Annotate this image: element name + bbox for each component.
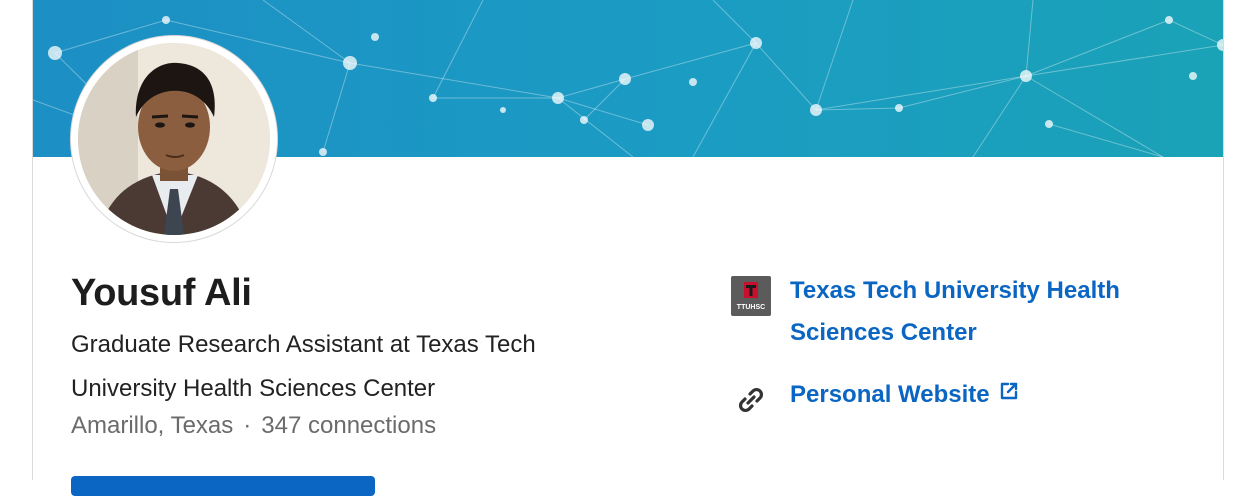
personal-website-link[interactable]: Personal Website bbox=[790, 378, 1019, 412]
profile-location: Amarillo, Texas bbox=[71, 412, 234, 439]
organization-link[interactable]: Texas Tech University Health Sciences Ce… bbox=[790, 270, 1210, 354]
org-logo-text: TTUHSC bbox=[737, 304, 765, 311]
profile-headline: Graduate Research Assistant at Texas Tec… bbox=[71, 331, 536, 402]
external-link-icon bbox=[1000, 382, 1017, 400]
ttuhsc-logo-graphic: TTUHSC bbox=[737, 282, 765, 311]
meta-separator: · bbox=[243, 412, 252, 439]
primary-action-button[interactable] bbox=[71, 476, 375, 496]
connections-count[interactable]: 347 connections bbox=[261, 412, 436, 439]
link-chain-icon bbox=[738, 387, 764, 413]
profile-photo bbox=[78, 43, 270, 235]
profile-avatar[interactable] bbox=[78, 43, 270, 235]
profile-name: Yousuf Ali bbox=[71, 272, 252, 314]
profile-meta: Amarillo, Texas · 347 connections bbox=[71, 412, 436, 440]
personal-website-label: Personal Website bbox=[790, 381, 990, 408]
profile-card: Yousuf Ali Graduate Research Assistant a… bbox=[32, 0, 1224, 496]
ttuhsc-logo-icon[interactable]: TTUHSC bbox=[731, 276, 771, 316]
